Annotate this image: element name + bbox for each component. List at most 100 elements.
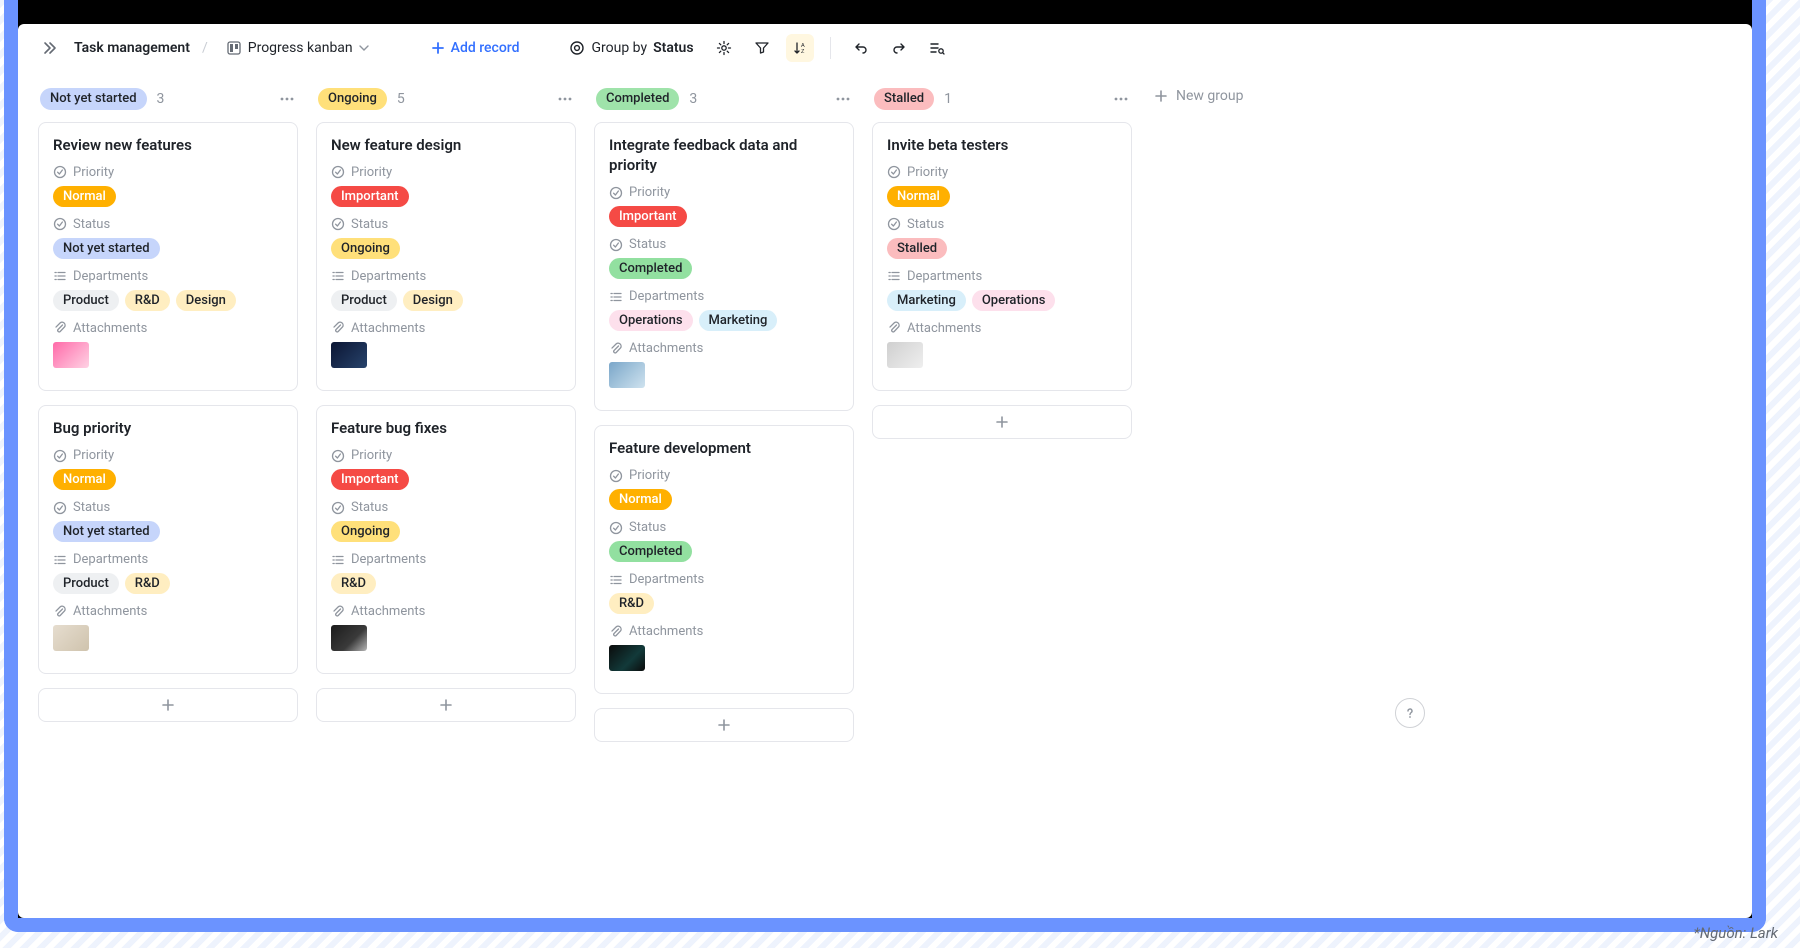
attachment-thumb[interactable]: [331, 342, 367, 368]
new-group-column: New group: [1150, 84, 1410, 104]
kanban-card[interactable]: Feature developmentPriorityNormalStatusC…: [594, 425, 854, 694]
search-rows-button[interactable]: [923, 34, 951, 62]
department-pill: Design: [176, 290, 236, 311]
status-label: Status: [609, 520, 839, 535]
filter-button[interactable]: [748, 34, 776, 62]
department-pill: Product: [53, 573, 119, 594]
check-circle-icon: [609, 469, 623, 483]
departments-label: Departments: [887, 269, 1117, 284]
attachment-thumb[interactable]: [609, 362, 645, 388]
priority-pill: Normal: [53, 186, 116, 207]
list-icon: [53, 553, 67, 567]
column-status-chip[interactable]: Ongoing: [318, 88, 387, 110]
column-header: Ongoing 5: [316, 84, 576, 122]
column-count: 1: [944, 91, 952, 107]
priority-pill: Normal: [53, 469, 116, 490]
column-count: 3: [157, 91, 165, 107]
status-label: Status: [53, 217, 283, 232]
kanban-icon: [226, 40, 242, 56]
column-more-button[interactable]: [556, 90, 574, 108]
attachments-label: Attachments: [609, 341, 839, 356]
department-pill: Operations: [972, 290, 1056, 311]
departments-label: Departments: [609, 572, 839, 587]
department-pill: Product: [331, 290, 397, 311]
check-circle-icon: [331, 449, 345, 463]
add-card-button[interactable]: [872, 405, 1132, 439]
status-pill: Completed: [609, 541, 692, 562]
group-by-button[interactable]: Group by Status: [563, 36, 699, 60]
breadcrumb-root[interactable]: Task management: [74, 40, 190, 56]
check-circle-icon: [331, 217, 345, 231]
group-field: Status: [653, 40, 693, 56]
kanban-board: Not yet started3Review new featuresPrior…: [18, 72, 1443, 746]
column-status-chip[interactable]: Not yet started: [40, 88, 147, 110]
redo-button[interactable]: [885, 34, 913, 62]
check-circle-icon: [53, 449, 67, 463]
priority-label: Priority: [53, 165, 283, 180]
settings-button[interactable]: [710, 34, 738, 62]
column-header: Not yet started 3: [38, 84, 298, 122]
kanban-card[interactable]: Integrate feedback data and priorityPrio…: [594, 122, 854, 412]
status-pill: Not yet started: [53, 521, 160, 542]
add-card-button[interactable]: [38, 688, 298, 722]
attachment-thumb[interactable]: [53, 342, 89, 368]
status-pill: Ongoing: [331, 521, 400, 542]
list-icon: [53, 269, 67, 283]
new-group-button[interactable]: New group: [1150, 84, 1410, 104]
paperclip-icon: [53, 321, 67, 335]
add-card-button[interactable]: [316, 688, 576, 722]
department-pill: Marketing: [887, 290, 966, 311]
kanban-card[interactable]: Bug priorityPriorityNormalStatusNot yet …: [38, 405, 298, 674]
undo-button[interactable]: [847, 34, 875, 62]
kanban-card[interactable]: Feature bug fixesPriorityImportantStatus…: [316, 405, 576, 674]
check-circle-icon: [609, 186, 623, 200]
add-card-button[interactable]: [594, 708, 854, 742]
status-label: Status: [331, 500, 561, 515]
kanban-card[interactable]: Invite beta testersPriorityNormalStatusS…: [872, 122, 1132, 391]
column-count: 5: [397, 91, 405, 107]
column-count: 3: [689, 91, 697, 107]
departments-label: Departments: [53, 269, 283, 284]
attachment-thumb[interactable]: [887, 342, 923, 368]
card-title: Feature bug fixes: [331, 418, 561, 438]
priority-pill: Normal: [609, 489, 672, 510]
kanban-card[interactable]: Review new featuresPriorityNormalStatusN…: [38, 122, 298, 391]
redo-icon: [891, 40, 907, 56]
more-icon: [278, 90, 296, 108]
card-title: New feature design: [331, 135, 561, 155]
priority-label: Priority: [53, 448, 283, 463]
view-name: Progress kanban: [248, 40, 353, 56]
department-pill: Marketing: [699, 310, 778, 331]
plus-icon: [431, 41, 445, 55]
department-pill: Design: [403, 290, 463, 311]
help-button[interactable]: [1395, 698, 1425, 728]
attachment-thumb[interactable]: [609, 645, 645, 671]
column-status-chip[interactable]: Completed: [596, 88, 679, 110]
priority-pill: Important: [331, 186, 409, 207]
add-record-button[interactable]: Add record: [425, 36, 526, 60]
status-label: Status: [887, 217, 1117, 232]
more-icon: [834, 90, 852, 108]
collapse-sidebar-button[interactable]: [36, 36, 64, 60]
priority-label: Priority: [331, 448, 561, 463]
check-circle-icon: [887, 217, 901, 231]
attachments-label: Attachments: [331, 604, 561, 619]
target-icon: [569, 40, 585, 56]
caret-down-icon: [359, 43, 369, 53]
add-record-label: Add record: [451, 40, 520, 56]
paperclip-icon: [331, 321, 345, 335]
more-icon: [1112, 90, 1130, 108]
status-pill: Ongoing: [331, 238, 400, 259]
attachment-thumb[interactable]: [53, 625, 89, 651]
sort-button[interactable]: AZ: [786, 34, 814, 62]
column-more-button[interactable]: [1112, 90, 1130, 108]
column-more-button[interactable]: [278, 90, 296, 108]
app-window: Task management / Progress kanban Add re…: [18, 24, 1752, 918]
column-more-button[interactable]: [834, 90, 852, 108]
attachment-thumb[interactable]: [331, 625, 367, 651]
column-status-chip[interactable]: Stalled: [874, 88, 934, 110]
view-selector[interactable]: Progress kanban: [220, 36, 375, 60]
check-circle-icon: [887, 165, 901, 179]
gear-icon: [716, 40, 732, 56]
kanban-card[interactable]: New feature designPriorityImportantStatu…: [316, 122, 576, 391]
